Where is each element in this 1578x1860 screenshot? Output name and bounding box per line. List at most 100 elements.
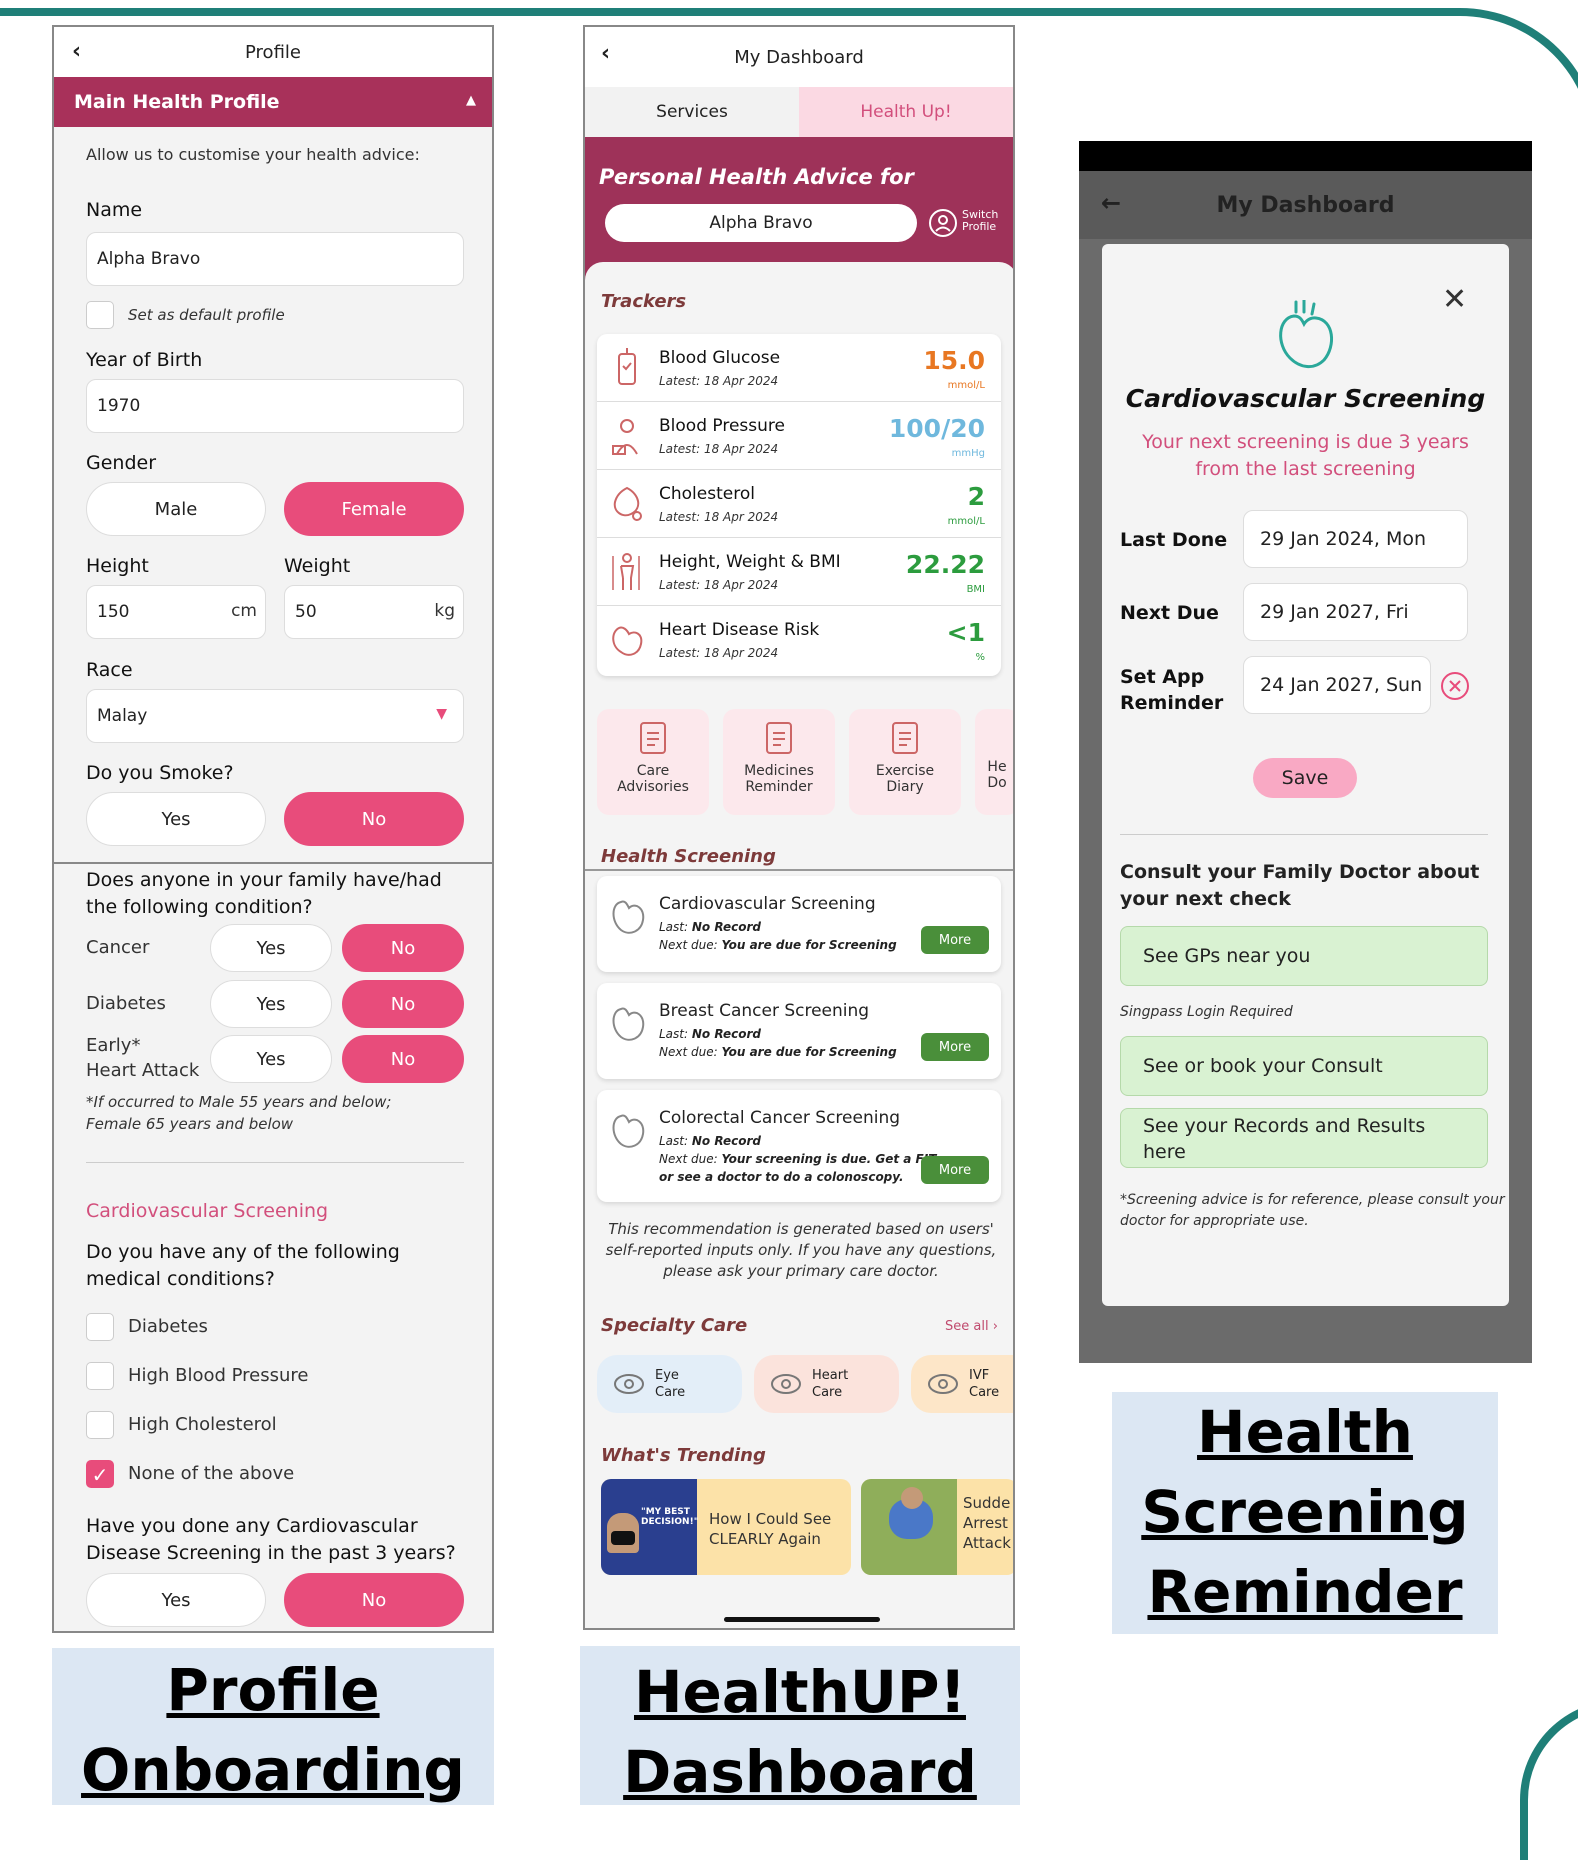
diabetes-checkbox[interactable] — [86, 1313, 114, 1341]
set-reminder-label: Set App Reminder — [1120, 666, 1224, 714]
more-tile[interactable]: He Do — [975, 709, 1013, 815]
more-button[interactable]: More — [921, 1033, 989, 1061]
back-icon[interactable]: ‹ — [72, 39, 81, 64]
clear-reminder-icon[interactable] — [1440, 671, 1470, 701]
care-advisories-tile[interactable]: Care Advisories — [597, 709, 709, 815]
family-note-2: Female 65 years and below — [86, 1115, 294, 1133]
diabetes-condition-label: Diabetes — [128, 1316, 208, 1337]
tracker-icon — [612, 626, 643, 656]
tab-health-up[interactable]: Health Up! — [799, 87, 1013, 137]
trending-card-1[interactable]: "MY BEST DECISION!" How I Could See CLEARL… — [601, 1479, 851, 1575]
close-icon[interactable]: ✕ — [1442, 282, 1467, 317]
none-checkbox-checked[interactable]: ✓ — [86, 1460, 114, 1488]
screening-yes-button[interactable]: Yes — [86, 1573, 266, 1627]
gender-female-button[interactable]: Female — [284, 482, 464, 536]
smoke-yes-button[interactable]: Yes — [86, 792, 266, 846]
tab-services[interactable]: Services — [585, 87, 799, 137]
race-select[interactable]: Malay ▼ — [86, 689, 464, 743]
switch-profile-button[interactable]: Switch Profile — [927, 207, 1011, 241]
tracker-name: Cholesterol — [659, 484, 755, 504]
height-unit: cm — [231, 601, 257, 621]
tile-label-2: Diary — [886, 779, 924, 795]
specialty-label: IVF Care — [969, 1368, 1000, 1400]
height-field[interactable]: 150 cm — [86, 585, 266, 639]
tracker-unit: mmol/L — [947, 380, 985, 391]
last-done-field[interactable]: 29 Jan 2024, Mon — [1243, 510, 1468, 568]
tracker-icon — [612, 553, 640, 590]
smoke-no-button[interactable]: No — [284, 792, 464, 846]
divider — [54, 862, 492, 864]
tracker-value: 22.22 — [905, 550, 985, 579]
dashboard-screen: ‹ My Dashboard Services Health Up! Perso… — [583, 25, 1015, 1630]
tracker-date: Latest: 18 Apr 2024 — [659, 578, 779, 592]
name-field[interactable]: Alpha Bravo — [86, 232, 464, 286]
divider — [86, 1162, 464, 1163]
scrollbar[interactable] — [1013, 1197, 1015, 1597]
default-profile-checkbox[interactable] — [86, 301, 114, 329]
heart-attack-yes-button[interactable]: Yes — [210, 1035, 332, 1083]
tracker-value: 100/20 — [888, 414, 985, 443]
screening-icon — [612, 1007, 645, 1041]
page-title: My Dashboard — [1216, 192, 1395, 218]
cancer-yes-button[interactable]: Yes — [210, 924, 332, 972]
family-cancer-label: Cancer — [86, 937, 150, 958]
smoke-label: Do you Smoke? — [86, 762, 234, 784]
tracker-row[interactable]: Blood Glucose Latest: 18 Apr 2024 15.0 mmol… — [597, 334, 1001, 402]
back-arrow-icon[interactable]: ← — [1101, 189, 1121, 217]
heart-care-icon — [771, 1374, 801, 1394]
high-blood-pressure-checkbox[interactable] — [86, 1362, 114, 1390]
ivf-icon — [928, 1374, 958, 1394]
screening-last: Last: No Record — [659, 1134, 761, 1148]
tile-label-1: He — [987, 759, 1007, 775]
screening-next: Next due: You are due for Screening — [659, 1045, 897, 1059]
specialty-label: Heart Care — [812, 1368, 849, 1400]
caption-line: Health — [1197, 1398, 1413, 1466]
cancer-no-button[interactable]: No — [342, 924, 464, 972]
reminder-date-field[interactable]: 24 Jan 2027, Sun — [1243, 656, 1431, 714]
screening-card[interactable]: Colorectal Cancer Screening Last: No Reco… — [597, 1090, 1001, 1202]
screening-no-button[interactable]: No — [284, 1573, 464, 1627]
trending-card-2[interactable]: Sudde Arrest Attack — [861, 1479, 1013, 1575]
heart-care-card[interactable]: Heart Care — [754, 1355, 899, 1413]
book-consult-button[interactable]: See or book your Consult — [1120, 1036, 1488, 1096]
chevron-down-icon: ▼ — [436, 706, 447, 722]
tracker-icon — [618, 348, 636, 385]
exercise-diary-tile[interactable]: Exercise Diary — [849, 709, 961, 815]
caption-line: Reminder — [1147, 1558, 1463, 1626]
screening-card[interactable]: Cardiovascular Screening Last: No Record N… — [597, 876, 1001, 972]
back-icon[interactable]: ‹ — [601, 41, 610, 66]
see-records-button[interactable]: See your Records and Results here — [1120, 1108, 1488, 1168]
screening-card[interactable]: Breast Cancer Screening Last: No Record Ne… — [597, 983, 1001, 1079]
disclaimer: This recommendation is generated based o… — [605, 1220, 997, 1280]
caption-line: HealthUP! — [634, 1658, 966, 1726]
tracker-row[interactable]: Height, Weight & BMI Latest: 18 Apr 2024 2… — [597, 538, 1001, 606]
more-button[interactable]: More — [921, 1156, 989, 1184]
heart-attack-no-button[interactable]: No — [342, 1035, 464, 1083]
switch-profile-label: Switch Profile — [962, 208, 999, 233]
diabetes-yes-button[interactable]: Yes — [210, 980, 332, 1028]
tracker-row[interactable]: Cholesterol Latest: 18 Apr 2024 2 mmol/L — [597, 470, 1001, 538]
tracker-row[interactable]: Heart Disease Risk Latest: 18 Apr 2024 <1% — [597, 606, 1001, 674]
weight-field[interactable]: 50 kg — [284, 585, 464, 639]
more-button[interactable]: More — [921, 926, 989, 954]
save-button[interactable]: Save — [1253, 758, 1357, 798]
gender-male-button[interactable]: Male — [86, 482, 266, 536]
diabetes-no-button[interactable]: No — [342, 980, 464, 1028]
see-gps-button[interactable]: See GPs near you — [1120, 926, 1488, 986]
screening-name: Colorectal Cancer Screening — [659, 1108, 901, 1128]
see-all-link[interactable]: See all › — [945, 1319, 998, 1334]
collapse-caret-icon[interactable]: ▲ — [466, 93, 476, 108]
medicines-reminder-tile[interactable]: Medicines Reminder — [723, 709, 835, 815]
tracker-row[interactable]: Blood Pressure Latest: 18 Apr 2024 100/20 m… — [597, 402, 1001, 470]
caption-healthup-dashboard: HealthUP! Dashboard — [580, 1646, 1020, 1806]
next-due-field[interactable]: 29 Jan 2027, Fri — [1243, 583, 1468, 641]
yob-field[interactable]: 1970 — [86, 379, 464, 433]
profile-name-pill[interactable]: Alpha Bravo — [605, 204, 917, 242]
running-icon — [892, 722, 918, 754]
tracker-date: Latest: 18 Apr 2024 — [659, 442, 779, 456]
high-cholesterol-checkbox[interactable] — [86, 1411, 114, 1439]
tile-label-2: Reminder — [745, 779, 813, 795]
main-health-profile-bar[interactable]: Main Health Profile ▲ — [54, 77, 492, 127]
ivf-care-card[interactable]: IVF Care — [911, 1355, 1013, 1413]
eye-care-card[interactable]: Eye Care — [597, 1355, 742, 1413]
